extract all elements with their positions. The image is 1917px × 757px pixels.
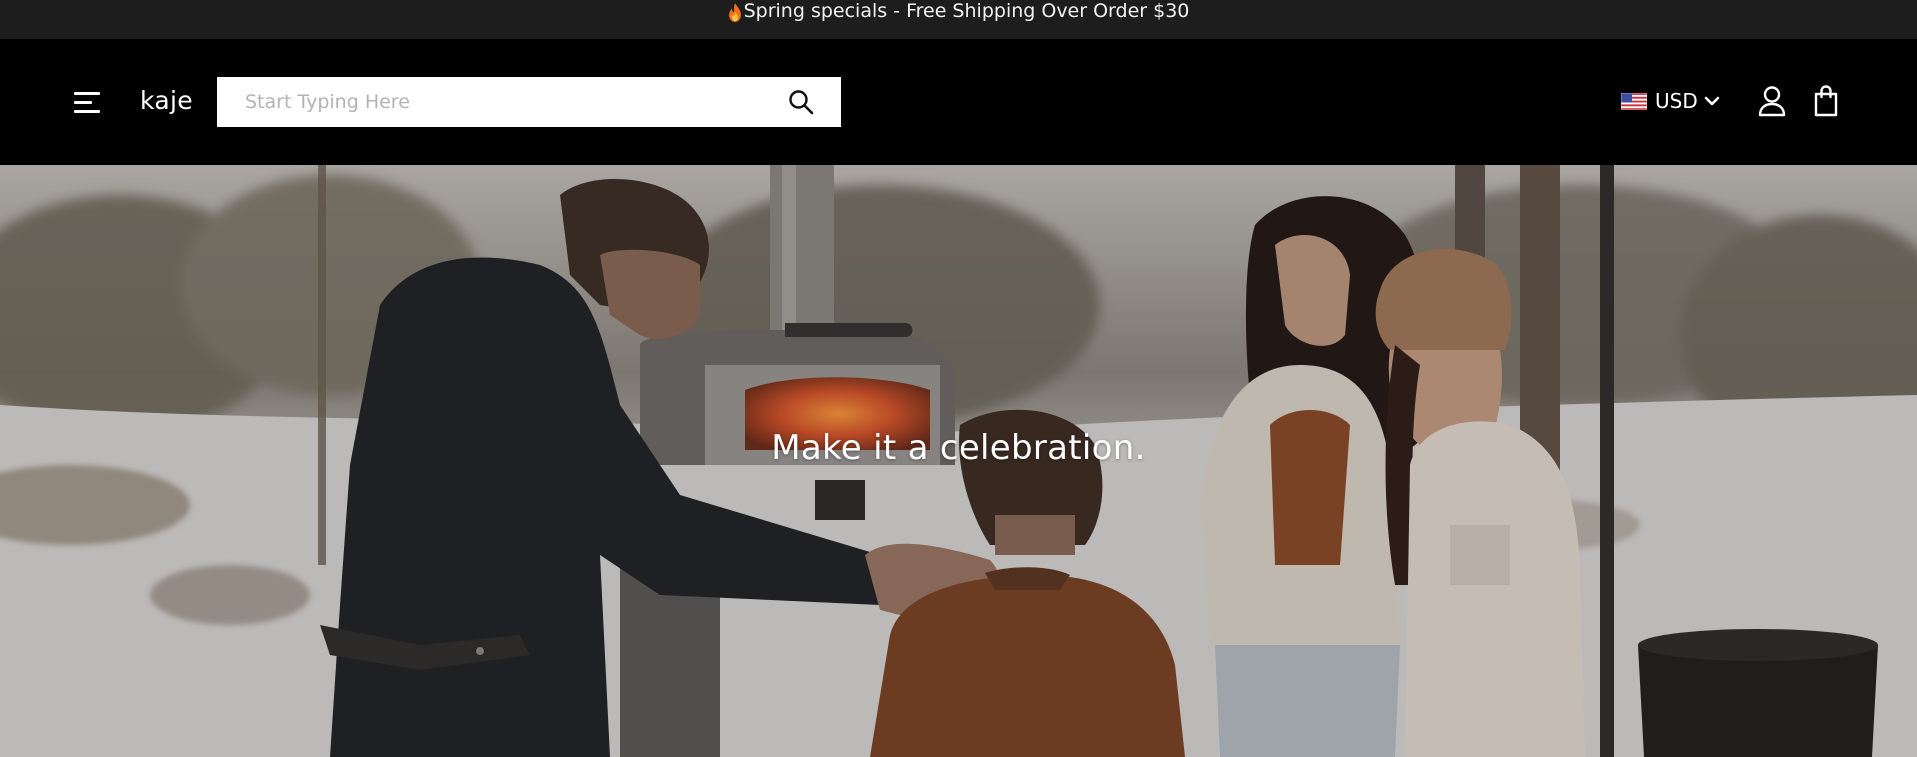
shopping-bag-icon[interactable] [1813,85,1839,117]
chevron-down-icon [1704,96,1720,106]
hamburger-menu-icon[interactable] [74,90,100,114]
search-icon[interactable] [787,88,815,116]
site-header: kaje USD [0,39,1917,165]
announcement-text: Spring specials - Free Shipping Over Ord… [743,0,1190,22]
search-bar [217,77,841,127]
hero-caption: Make it a celebration. [771,428,1146,468]
flame-icon [728,2,741,22]
announcement-bar: Spring specials - Free Shipping Over Ord… [0,0,1917,39]
hero-banner[interactable]: Make it a celebration. [0,165,1917,757]
user-icon[interactable] [1757,85,1787,117]
announcement-message: Spring specials - Free Shipping Over Ord… [728,0,1190,22]
site-logo[interactable]: kaje [140,86,193,115]
search-input[interactable] [217,77,787,127]
currency-label: USD [1655,89,1698,113]
currency-selector[interactable]: USD [1621,89,1720,113]
us-flag-icon [1621,92,1647,110]
